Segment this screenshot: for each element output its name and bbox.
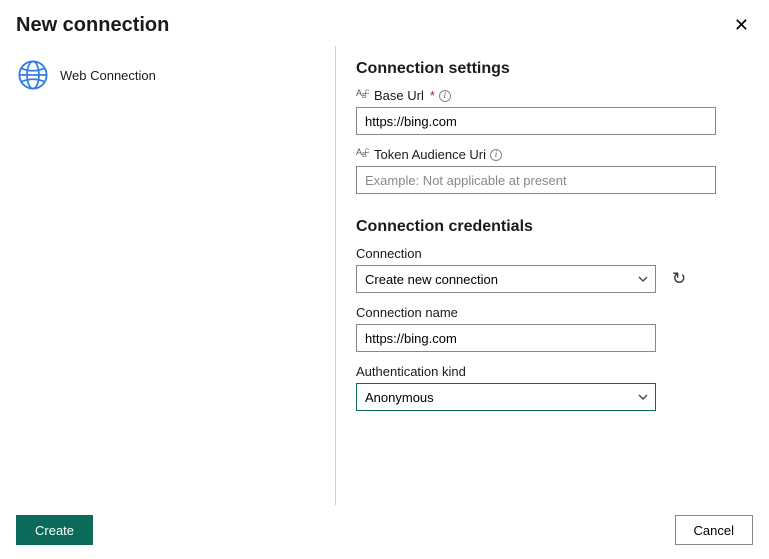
info-icon[interactable]: i <box>439 90 451 102</box>
auth-select-wrap: Anonymous <box>356 383 656 411</box>
connection-name-input[interactable] <box>356 324 656 352</box>
connection-type-item[interactable]: Web Connection <box>16 54 323 96</box>
text-type-icon: ABC <box>356 87 370 102</box>
token-audience-field: ABC Token Audience Uri i <box>356 147 747 194</box>
connection-type-pane: Web Connection <box>16 46 336 505</box>
text-type-icon: ABC <box>356 146 370 161</box>
connection-select-row: Create new connection ↻ <box>356 265 747 293</box>
dialog-title: New connection <box>16 14 169 37</box>
cancel-button[interactable]: Cancel <box>675 515 753 545</box>
token-audience-input[interactable] <box>356 166 716 194</box>
connection-select-value: Create new connection <box>365 272 498 287</box>
base-url-field: ABC Base Url * i <box>356 88 747 135</box>
refresh-icon: ↻ <box>672 269 686 289</box>
connection-type-label: Web Connection <box>60 68 156 83</box>
connection-label-row: Connection <box>356 246 747 261</box>
auth-kind-select[interactable]: Anonymous <box>356 383 656 411</box>
connection-label: Connection <box>356 246 422 261</box>
connection-name-label: Connection name <box>356 305 458 320</box>
auth-kind-value: Anonymous <box>365 390 434 405</box>
close-icon: ✕ <box>734 15 749 35</box>
dialog-body: Web Connection Connection settings ABC B… <box>0 46 769 505</box>
auth-kind-field: Authentication kind Anonymous <box>356 364 747 411</box>
auth-kind-label-row: Authentication kind <box>356 364 747 379</box>
new-connection-dialog: New connection ✕ Web Connection Connecti… <box>0 0 769 559</box>
connection-name-field: Connection name <box>356 305 747 352</box>
connection-select[interactable]: Create new connection <box>356 265 656 293</box>
token-audience-label-row: ABC Token Audience Uri i <box>356 147 747 162</box>
globe-icon <box>16 58 50 92</box>
base-url-label: Base Url <box>374 88 424 103</box>
auth-kind-label: Authentication kind <box>356 364 466 379</box>
settings-heading: Connection settings <box>356 60 747 78</box>
svg-text:C: C <box>365 90 370 96</box>
info-icon[interactable]: i <box>490 149 502 161</box>
dialog-header: New connection ✕ <box>0 0 769 46</box>
svg-text:C: C <box>365 149 370 155</box>
create-button[interactable]: Create <box>16 515 93 545</box>
credentials-heading: Connection credentials <box>356 218 747 236</box>
base-url-input[interactable] <box>356 107 716 135</box>
close-button[interactable]: ✕ <box>730 12 753 38</box>
required-asterisk: * <box>430 88 435 103</box>
refresh-button[interactable]: ↻ <box>668 268 690 290</box>
base-url-label-row: ABC Base Url * i <box>356 88 747 103</box>
settings-pane: Connection settings ABC Base Url * i ABC <box>336 46 753 505</box>
dialog-footer: Create Cancel <box>0 505 769 559</box>
connection-name-label-row: Connection name <box>356 305 747 320</box>
connection-select-wrap: Create new connection <box>356 265 656 293</box>
token-audience-label: Token Audience Uri <box>374 147 486 162</box>
connection-field: Connection Create new connection ↻ <box>356 246 747 293</box>
